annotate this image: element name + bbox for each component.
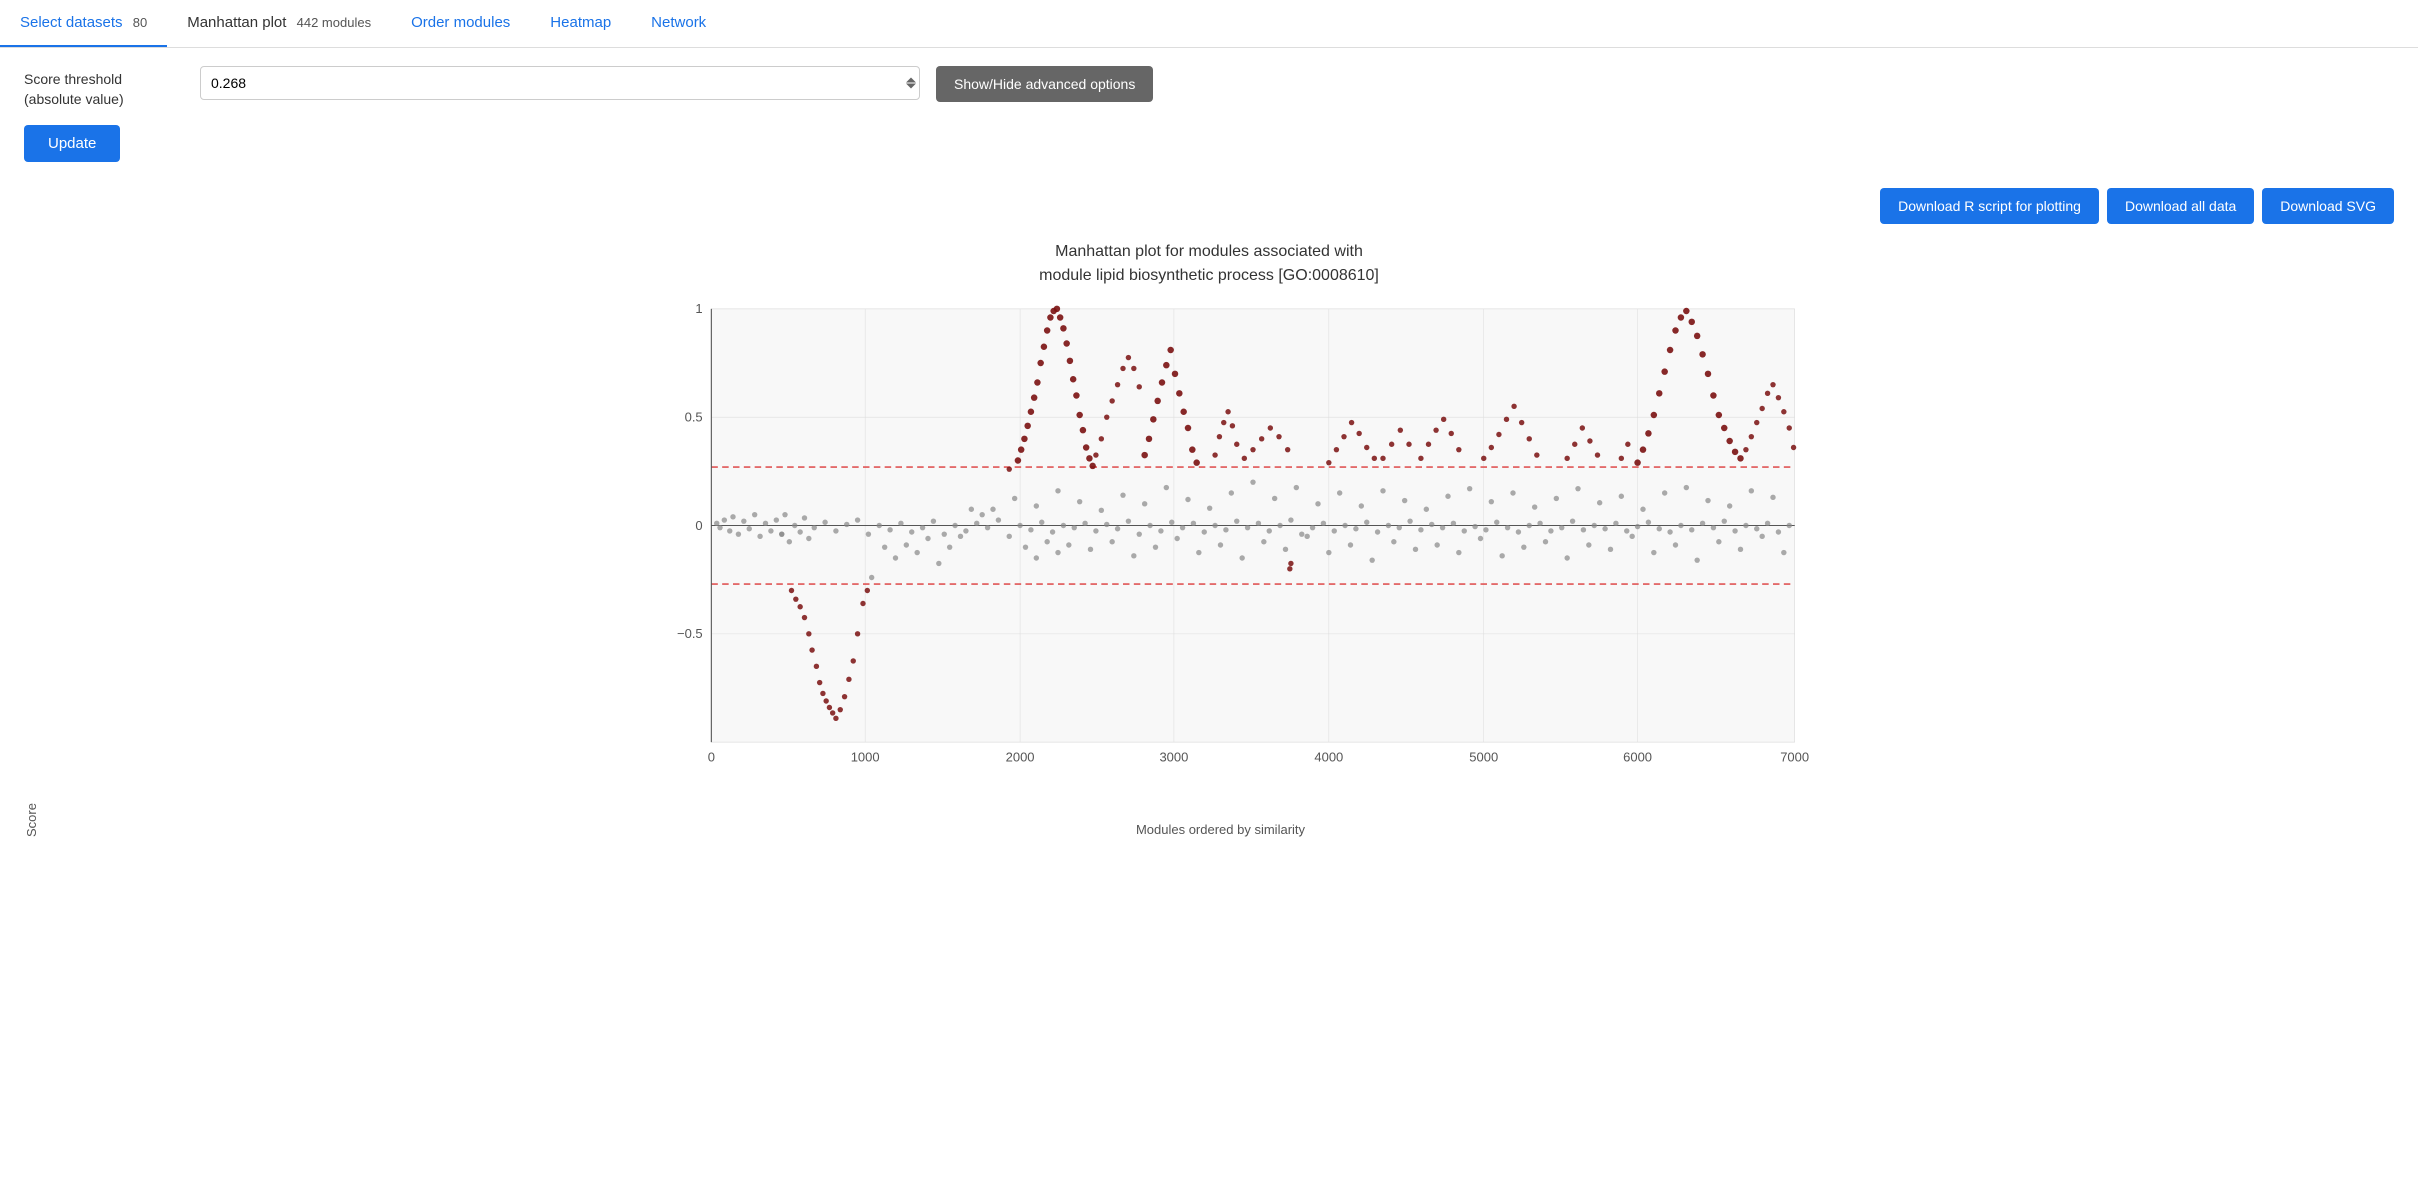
- download-all-data-button[interactable]: Download all data: [2107, 188, 2254, 224]
- download-svg-button[interactable]: Download SVG: [2262, 188, 2394, 224]
- chart-container: Manhattan plot for modules associated wi…: [0, 240, 2418, 857]
- svg-text:2000: 2000: [1006, 750, 1035, 765]
- tab-count: 442 modules: [297, 15, 371, 30]
- download-all-data-label: Download all data: [2125, 198, 2236, 214]
- svg-text:4000: 4000: [1314, 750, 1343, 765]
- tab-heatmap[interactable]: Heatmap: [530, 0, 631, 47]
- score-input-wrap: [200, 66, 920, 100]
- controls-section: Score threshold (absolute value) Show/Hi…: [0, 48, 2418, 180]
- download-row: Download R script for plotting Download …: [0, 180, 2418, 240]
- update-label: Update: [48, 135, 96, 152]
- svg-text:0: 0: [708, 750, 715, 765]
- spinner-up-icon[interactable]: [906, 78, 916, 83]
- tab-manhattan-plot[interactable]: Manhattan plot 442 modules: [167, 0, 391, 47]
- tab-network[interactable]: Network: [631, 0, 726, 47]
- svg-text:1000: 1000: [851, 750, 880, 765]
- tab-label: Manhattan plot: [187, 14, 286, 31]
- download-svg-label: Download SVG: [2280, 198, 2376, 214]
- svg-text:−0.5: −0.5: [677, 626, 703, 641]
- score-spinner[interactable]: [906, 78, 916, 89]
- svg-text:5000: 5000: [1469, 750, 1498, 765]
- spinner-down-icon[interactable]: [906, 84, 916, 89]
- chart-inner: 1 0.5 0 −0.5 0 1000 2000 3000 4000 5000 …: [43, 298, 2398, 837]
- show-hide-label: Show/Hide advanced options: [954, 76, 1135, 92]
- manhattan-plot-svg: 1 0.5 0 −0.5 0 1000 2000 3000 4000 5000 …: [43, 298, 2398, 818]
- tab-label: Network: [651, 14, 706, 31]
- tab-select-datasets[interactable]: Select datasets 80: [0, 0, 167, 47]
- update-button[interactable]: Update: [24, 125, 120, 162]
- tab-count: 80: [133, 15, 147, 30]
- score-threshold-label: Score threshold (absolute value): [24, 66, 184, 109]
- svg-text:3000: 3000: [1159, 750, 1188, 765]
- chart-title: Manhattan plot for modules associated wi…: [20, 240, 2398, 288]
- tab-label: Select datasets: [20, 14, 123, 31]
- svg-text:0.5: 0.5: [685, 410, 703, 425]
- show-hide-advanced-button[interactable]: Show/Hide advanced options: [936, 66, 1153, 102]
- y-axis-label: Score: [20, 298, 43, 837]
- tab-label: Heatmap: [550, 14, 611, 31]
- svg-text:7000: 7000: [1780, 750, 1809, 765]
- download-r-script-label: Download R script for plotting: [1898, 198, 2081, 214]
- svg-text:1: 1: [695, 301, 702, 316]
- svg-text:0: 0: [695, 518, 702, 533]
- download-r-script-button[interactable]: Download R script for plotting: [1880, 188, 2099, 224]
- tab-bar: Select datasets 80 Manhattan plot 442 mo…: [0, 0, 2418, 48]
- tab-label: Order modules: [411, 14, 510, 31]
- score-threshold-input[interactable]: [200, 66, 920, 100]
- tab-order-modules[interactable]: Order modules: [391, 0, 530, 47]
- svg-text:6000: 6000: [1623, 750, 1652, 765]
- x-axis-label: Modules ordered by similarity: [43, 822, 2398, 837]
